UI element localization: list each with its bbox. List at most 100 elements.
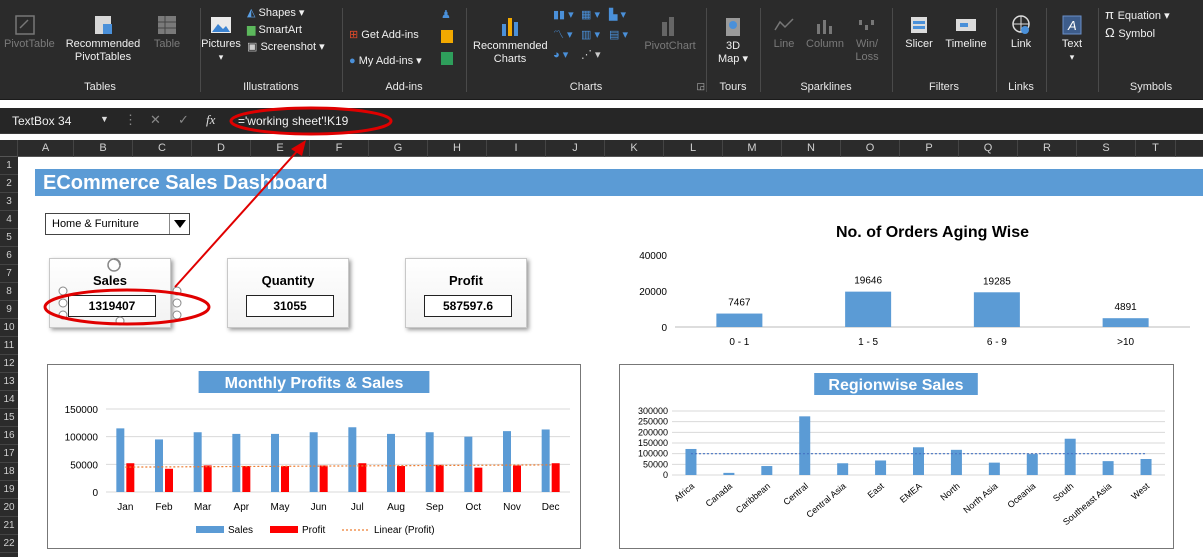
text-button[interactable]: A Text ▾ [1055,14,1089,64]
waterfall-chart-button[interactable]: ▙ ▾ [609,8,626,22]
dropdown-arrow-button[interactable] [169,214,189,234]
sparkline-column-button[interactable]: Column [805,14,845,51]
column-chart-button[interactable]: ▮▮ ▾ [553,8,574,22]
column-header-m[interactable]: M [723,140,782,157]
3d-map-button[interactable]: 3D Map ▾ [713,14,753,66]
row-header-14[interactable]: 14 [0,391,18,409]
row-header-10[interactable]: 10 [0,319,18,337]
row-header-18[interactable]: 18 [0,463,18,481]
combo-chart-button[interactable]: ▤ ▾ [609,28,628,42]
link-button[interactable]: Link [1003,14,1039,51]
resize-handle[interactable] [58,310,68,320]
cancel-icon[interactable]: ✕ [150,112,161,128]
row-header-4[interactable]: 4 [0,211,18,229]
select-all-corner[interactable] [0,140,18,157]
textbox-selection-handles[interactable] [57,253,187,329]
insert-function-icon[interactable]: fx [206,112,215,128]
row-header-8[interactable]: 8 [0,283,18,301]
hierarchy-chart-button[interactable]: ▦ ▾ [581,8,600,22]
pie-chart-button[interactable]: ◕ ▾ [553,48,568,62]
row-header-1[interactable]: 1 [0,157,18,175]
aging-chart[interactable]: No. of Orders Aging Wise 0 20000 40000 7467 0… [615,215,1203,355]
recommended-pivottables-button[interactable]: Recommended PivotTables [58,14,148,64]
table-button[interactable]: Table [150,14,184,51]
row-header-5[interactable]: 5 [0,229,18,247]
get-addins-button[interactable]: ⊞ Get Add-ins [349,28,419,42]
column-header-d[interactable]: D [192,140,251,157]
resize-handle[interactable] [58,298,68,308]
sparkline-line-button[interactable]: Line [767,14,801,51]
column-header-n[interactable]: N [782,140,841,157]
row-header-11[interactable]: 11 [0,337,18,355]
pivottable-button[interactable]: PivotTable [4,14,55,51]
column-header-b[interactable]: B [74,140,133,157]
row-header-12[interactable]: 12 [0,355,18,373]
enter-icon[interactable]: ✓ [178,112,189,128]
smartart-button[interactable]: ▆ SmartArt [247,23,302,37]
row-header-16[interactable]: 16 [0,427,18,445]
resize-handle[interactable] [172,310,182,320]
row-header-13[interactable]: 13 [0,373,18,391]
resize-handle[interactable] [115,316,125,326]
sales-bar [232,433,241,492]
column-header-e[interactable]: E [251,140,310,157]
formula-input[interactable] [238,111,1038,131]
column-header-t[interactable]: T [1136,140,1176,157]
category-dropdown[interactable]: Home & Furniture [45,213,190,235]
column-header-i[interactable]: I [487,140,546,157]
people-graph-button[interactable]: ♟ [441,8,451,22]
pictures-button[interactable]: Pictures ▾ [201,14,241,64]
shapes-button[interactable]: ◭ Shapes ▾ [247,6,304,20]
column-header-j[interactable]: J [546,140,605,157]
scatter-chart-button[interactable]: ⋰ ▾ [581,48,601,62]
line-chart-button[interactable]: 〽 ▾ [553,28,573,42]
column-header-k[interactable]: K [605,140,664,157]
monthly-chart[interactable]: Monthly Profits & Sales 0 50000 100000 15000… [47,364,581,549]
name-box[interactable]: TextBox 34 [4,111,96,131]
statistic-chart-button[interactable]: ▥ ▾ [581,28,600,42]
row-header-2[interactable]: 2 [0,175,18,193]
column-header-o[interactable]: O [841,140,900,157]
column-header-f[interactable]: F [310,140,369,157]
row-header-3[interactable]: 3 [0,193,18,211]
worksheet[interactable]: ECommerce Sales Dashboard Home & Furnitu… [19,157,1203,557]
quantity-value[interactable]: 31055 [246,295,334,317]
row-header-17[interactable]: 17 [0,445,18,463]
screenshot-button[interactable]: ▣ Screenshot ▾ [247,40,325,54]
column-header-s[interactable]: S [1077,140,1136,157]
row-header-7[interactable]: 7 [0,265,18,283]
pivotchart-button[interactable]: PivotChart [639,14,701,53]
profit-value[interactable]: 587597.6 [424,295,512,317]
more-options-icon[interactable]: ⋮ [124,112,137,128]
resize-handle[interactable] [172,298,182,308]
row-header-15[interactable]: 15 [0,409,18,427]
recommended-charts-button[interactable]: Recommended Charts [473,14,548,66]
column-header-r[interactable]: R [1018,140,1077,157]
column-header-c[interactable]: C [133,140,192,157]
column-header-p[interactable]: P [900,140,959,157]
bing-maps-button[interactable] [441,30,453,47]
charts-dialog-launcher-icon[interactable]: ◲ [696,79,705,93]
row-header-9[interactable]: 9 [0,301,18,319]
column-header-l[interactable]: L [664,140,723,157]
column-header-q[interactable]: Q [959,140,1018,157]
visio-button[interactable] [441,52,453,69]
region-chart[interactable]: Regionwise Sales 0 50000 100000 150000 200000… [619,364,1174,549]
symbol-button[interactable]: Ω Symbol [1105,26,1155,41]
row-header-19[interactable]: 19 [0,481,18,499]
name-box-dropdown-icon[interactable]: ▼ [100,114,109,124]
row-header-20[interactable]: 20 [0,499,18,517]
row-header-6[interactable]: 6 [0,247,18,265]
my-addins-button[interactable]: ● My Add-ins ▾ [349,54,422,68]
timeline-button[interactable]: Timeline [941,14,991,51]
column-header-h[interactable]: H [428,140,487,157]
column-header-a[interactable]: A [18,140,74,157]
row-header-21[interactable]: 21 [0,517,18,535]
resize-handle[interactable] [172,286,182,296]
slicer-button[interactable]: Slicer [899,14,939,51]
resize-handle[interactable] [58,286,68,296]
row-header-22[interactable]: 22 [0,535,18,553]
column-header-g[interactable]: G [369,140,428,157]
sparkline-winloss-button[interactable]: Win/ Loss [849,14,885,64]
equation-button[interactable]: π Equation ▾ [1105,8,1170,23]
